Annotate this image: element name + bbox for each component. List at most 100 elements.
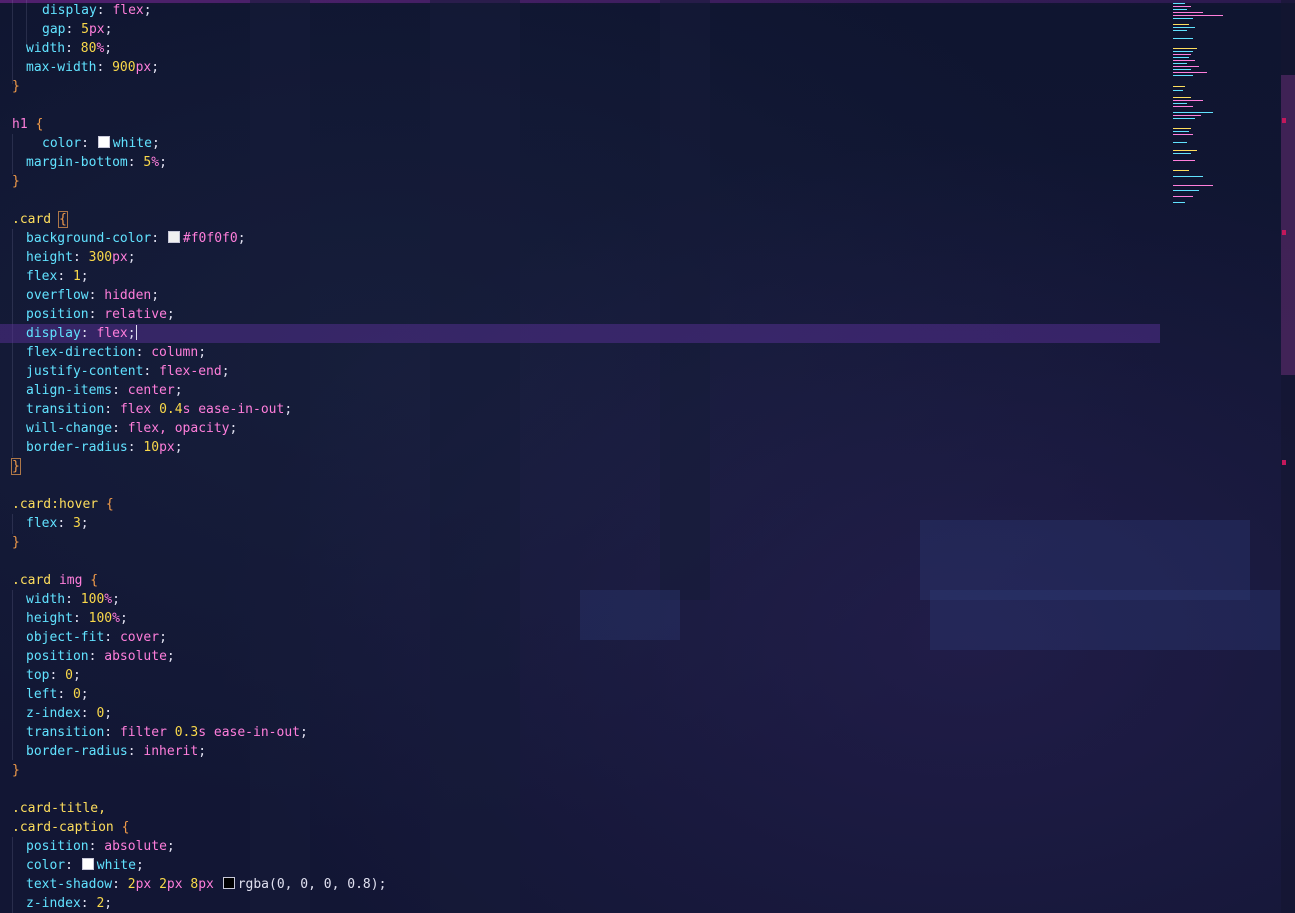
css-unit: s <box>198 725 207 740</box>
code-line[interactable]: transition: flex 0.4s ease-in-out; <box>26 400 292 419</box>
code-line[interactable]: overflow: hidden; <box>26 286 159 305</box>
indent-guide <box>12 0 13 84</box>
code-line[interactable]: width: 80%; <box>26 39 112 58</box>
code-line[interactable]: .card:hover { <box>12 495 114 514</box>
code-line[interactable]: flex: 3; <box>26 514 89 533</box>
css-property: object-fit <box>26 630 105 645</box>
code-line[interactable]: align-items: center; <box>26 381 183 400</box>
css-property: display <box>26 326 81 341</box>
minimap[interactable] <box>1165 0 1280 210</box>
code-line[interactable]: h1 { <box>12 115 43 134</box>
code-line[interactable]: .card { <box>12 210 68 229</box>
css-unit: px <box>166 877 183 892</box>
css-value: flex, opacity <box>127 421 230 436</box>
code-line[interactable]: left: 0; <box>26 685 89 704</box>
opening-brace: { <box>35 117 44 132</box>
code-line[interactable]: } <box>12 172 20 191</box>
code-line[interactable]: will-change: flex, opacity; <box>26 419 237 438</box>
css-property: flex <box>26 269 58 284</box>
code-line[interactable]: height: 300px; <box>26 248 136 267</box>
scrollbar-marker <box>1282 460 1286 465</box>
css-property: color <box>26 858 66 873</box>
css-value: filter <box>119 725 167 740</box>
css-property: display <box>42 3 97 18</box>
css-number: 80 <box>80 41 97 56</box>
code-line[interactable]: object-fit: cover; <box>26 628 167 647</box>
active-code-line[interactable]: display: flex; <box>0 324 1160 343</box>
css-number: 2 <box>127 877 136 892</box>
css-unit: px <box>135 60 152 75</box>
css-property: color <box>42 136 82 151</box>
code-line[interactable]: border-radius: inherit; <box>26 742 206 761</box>
code-line[interactable]: .card img { <box>12 571 98 590</box>
color-swatch[interactable] <box>167 231 180 243</box>
scrollbar-marker <box>1282 230 1286 235</box>
code-line[interactable]: justify-content: flex-end; <box>26 362 230 381</box>
css-property: justify-content <box>26 364 144 379</box>
code-line[interactable]: position: relative; <box>26 305 175 324</box>
code-line[interactable]: position: absolute; <box>26 837 175 856</box>
code-line[interactable]: display: flex; <box>42 1 152 20</box>
css-property: z-index <box>26 896 81 911</box>
css-value: ease-in-out <box>213 725 300 740</box>
code-line[interactable]: gap: 5px; <box>42 20 112 39</box>
css-number: 0.3 <box>174 725 199 740</box>
css-value: white <box>96 858 136 873</box>
code-line[interactable]: transition: filter 0.3s ease-in-out; <box>26 723 308 742</box>
code-line[interactable]: } <box>12 761 20 780</box>
code-line[interactable]: position: absolute; <box>26 647 175 666</box>
css-number: 0 <box>72 687 81 702</box>
code-line[interactable]: color: white; <box>42 134 160 153</box>
opening-brace: { <box>57 211 68 228</box>
css-number: 0.4 <box>159 402 183 417</box>
css-unit: px <box>135 877 152 892</box>
css-property: left <box>26 687 58 702</box>
code-line[interactable]: flex: 1; <box>26 267 89 286</box>
css-property: flex <box>26 516 58 531</box>
css-number: 10 <box>143 440 160 455</box>
css-property: margin-bottom <box>26 155 128 170</box>
css-property: z-index <box>26 706 81 721</box>
css-selector: .card-title, <box>12 801 106 816</box>
code-line[interactable]: } <box>12 533 20 552</box>
color-swatch[interactable] <box>222 877 235 889</box>
css-property: border-radius <box>26 440 128 455</box>
closing-brace: } <box>12 79 20 94</box>
css-value: #f0f0f0 <box>182 231 238 246</box>
code-line[interactable]: } <box>11 457 21 476</box>
css-number: 1 <box>72 269 81 284</box>
code-line[interactable]: flex-direction: column; <box>26 343 206 362</box>
color-swatch[interactable] <box>97 136 110 148</box>
css-value: absolute <box>104 649 167 664</box>
code-line[interactable]: width: 100%; <box>26 590 120 609</box>
code-line[interactable]: .card-caption { <box>12 818 129 837</box>
css-unit: s <box>182 402 191 417</box>
css-value: flex <box>96 326 128 341</box>
css-value: rgba(0, 0, 0, 0.8) <box>237 877 379 892</box>
css-value: white <box>112 136 152 151</box>
code-line[interactable]: text-shadow: 2px 2px 8px rgba(0, 0, 0, 0… <box>26 875 386 894</box>
code-line[interactable]: height: 100%; <box>26 609 128 628</box>
code-area[interactable]: display: flex; gap: 5px; width: 80%; max… <box>0 0 1160 913</box>
code-line[interactable]: max-width: 900px; <box>26 58 159 77</box>
code-line[interactable]: } <box>12 77 20 96</box>
code-line[interactable]: border-radius: 10px; <box>26 438 183 457</box>
code-line[interactable]: top: 0; <box>26 666 81 685</box>
css-number: 5 <box>81 22 89 37</box>
code-editor[interactable]: display: flex; gap: 5px; width: 80%; max… <box>0 0 1295 913</box>
code-line[interactable]: color: white; <box>26 856 144 875</box>
code-line[interactable]: margin-bottom: 5%; <box>26 153 167 172</box>
opening-brace: { <box>121 820 130 835</box>
code-line[interactable]: z-index: 0; <box>26 704 112 723</box>
code-line[interactable]: background-color: #f0f0f0; <box>26 229 246 248</box>
css-property: align-items <box>26 383 113 398</box>
scrollbar-marker <box>1282 118 1286 123</box>
css-property: flex-direction <box>26 345 136 360</box>
color-swatch[interactable] <box>81 858 94 870</box>
code-line[interactable]: z-index: 2; <box>26 894 112 913</box>
css-value: flex-end <box>159 364 222 379</box>
css-unit: px <box>88 22 105 37</box>
css-property: width <box>26 41 66 56</box>
code-line[interactable]: .card-title, <box>12 799 106 818</box>
css-number: 100 <box>80 592 105 607</box>
